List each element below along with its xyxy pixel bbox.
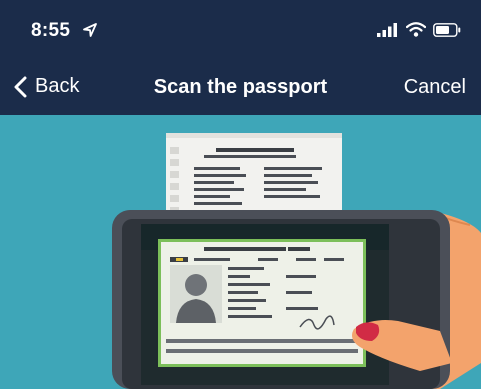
back-label: Back	[35, 75, 80, 97]
battery-icon	[433, 22, 461, 37]
status-bar: 8:55	[0, 0, 481, 62]
illustration-area	[0, 115, 481, 389]
status-time: 8:55	[31, 20, 71, 41]
passport-card	[158, 239, 366, 367]
scan-passport-screen: 8:55 Back Scan the passport Cancel	[0, 0, 481, 389]
passport-scan-illustration	[112, 133, 481, 389]
signal-bars-icon	[377, 22, 397, 37]
back-button[interactable]: Back	[14, 75, 79, 98]
chevron-left-icon	[14, 76, 27, 97]
status-icons	[377, 22, 461, 37]
navigation-bar: Back Scan the passport Cancel	[0, 62, 481, 115]
location-arrow-icon	[83, 23, 97, 37]
wifi-icon	[406, 22, 426, 37]
cancel-button[interactable]: Cancel	[404, 76, 466, 99]
